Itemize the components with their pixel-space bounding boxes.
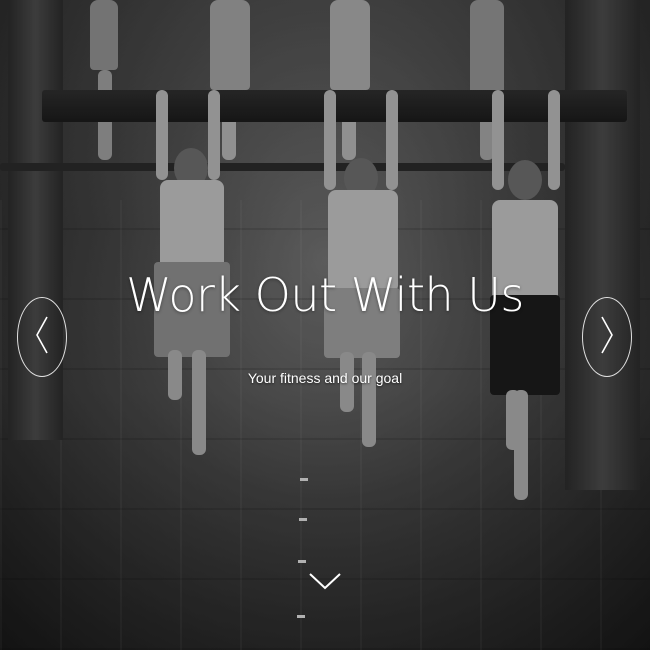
chevron-right-icon [599, 315, 615, 359]
chevron-left-icon [34, 315, 50, 359]
hero-subtitle: Your fitness and our goal [247, 370, 403, 386]
dark-overlay [0, 0, 650, 650]
previous-slide-button[interactable] [17, 297, 67, 377]
chevron-down-icon [308, 573, 342, 596]
next-slide-button[interactable] [582, 297, 632, 377]
scroll-down-button[interactable] [308, 570, 342, 592]
hero-title: Work Out With Us [126, 268, 524, 322]
hero-section: Work Out With Us Your fitness and our go… [0, 0, 650, 650]
